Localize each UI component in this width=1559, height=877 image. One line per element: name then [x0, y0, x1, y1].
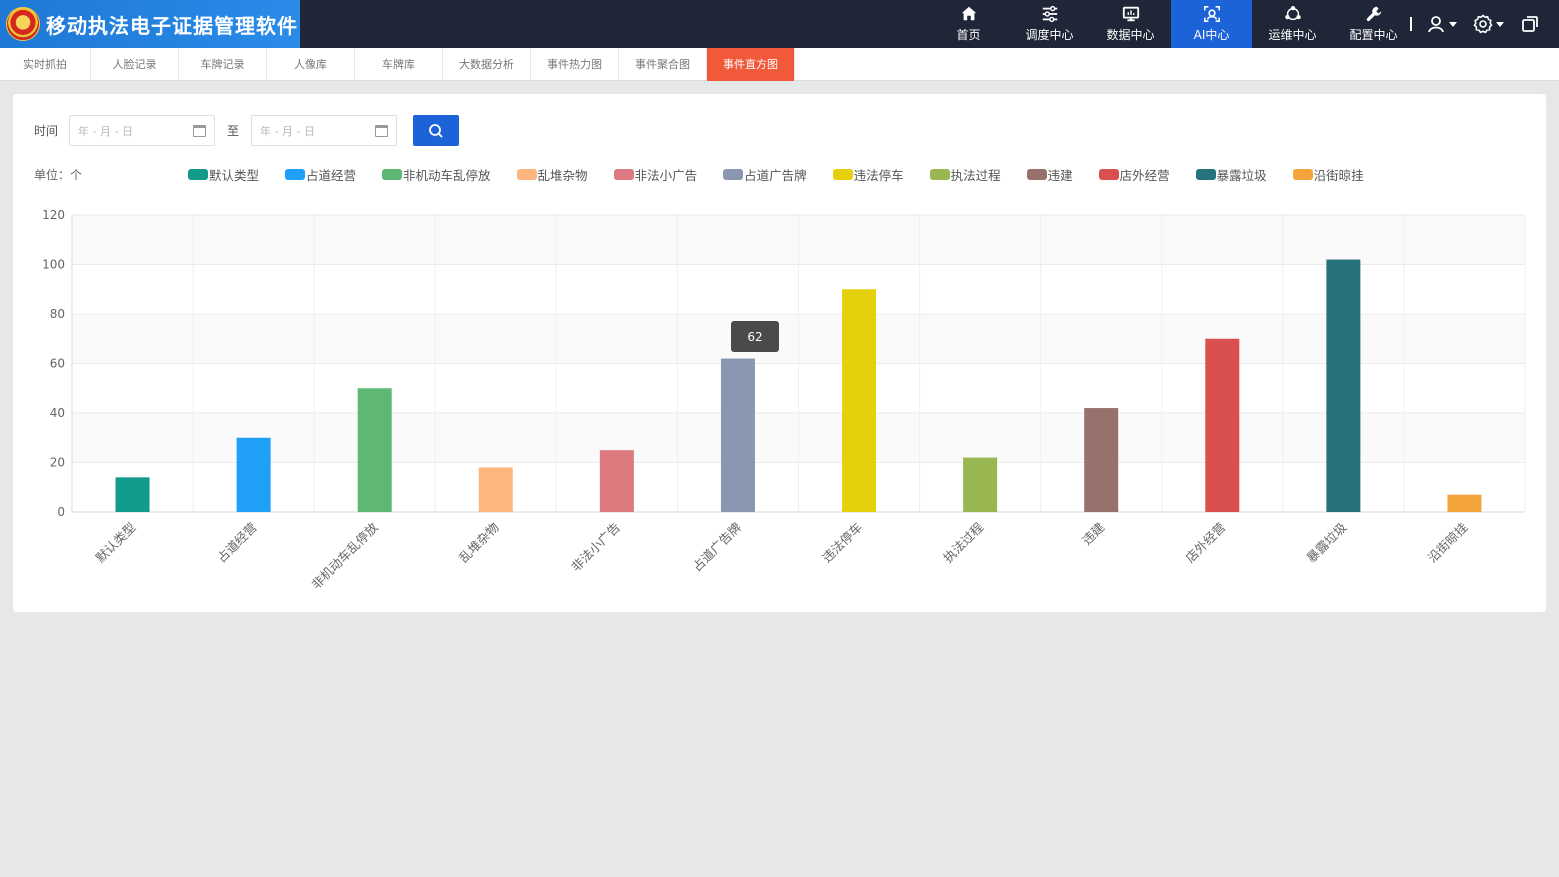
x-tick-label: 违建: [1079, 519, 1108, 548]
bar[interactable]: [599, 450, 634, 512]
nav-label: 数据中心: [1106, 28, 1155, 42]
sliders-icon: [1042, 5, 1057, 23]
nav-label: 首页: [956, 28, 981, 42]
bar[interactable]: [1205, 338, 1240, 512]
wrench-icon: [1366, 6, 1381, 22]
y-tick-label: 100: [42, 258, 65, 272]
x-tick-label: 默认类型: [93, 520, 139, 566]
y-tick-label: 0: [57, 505, 65, 519]
bar-tooltip: 62: [731, 321, 779, 352]
app-title: 移动执法电子证据管理软件: [46, 13, 298, 38]
x-tick-label: 占道广告牌: [689, 520, 744, 575]
tab-event-aggregate[interactable]: 事件聚合图: [619, 48, 707, 81]
top-bar: 移动执法电子证据管理软件 首页 调度中心 数据中心 AI中心 运维中心 配置中心: [0, 0, 1559, 48]
x-tick-label: 暴露垃圾: [1304, 519, 1350, 565]
user-menu[interactable]: [1426, 14, 1457, 34]
tab-realtime-capture[interactable]: 实时抓拍: [0, 48, 91, 81]
monitor-icon: [1122, 6, 1139, 22]
nav-config[interactable]: 配置中心: [1333, 0, 1414, 48]
tab-face-records[interactable]: 人脸记录: [91, 48, 179, 81]
sub-tabs: 实时抓拍 人脸记录 车牌记录 人像库 车牌库 大数据分析 事件热力图 事件聚合图…: [0, 48, 1559, 81]
x-tick-label: 执法过程: [940, 519, 986, 565]
settings-menu[interactable]: [1473, 14, 1504, 34]
tab-portrait-library[interactable]: 人像库: [267, 48, 355, 81]
bar[interactable]: [478, 467, 513, 512]
user-icon: [1428, 16, 1444, 33]
brand: 移动执法电子证据管理软件: [0, 0, 300, 48]
main-nav: 首页 调度中心 数据中心 AI中心 运维中心 配置中心: [928, 0, 1414, 48]
bar[interactable]: [357, 388, 392, 512]
x-tick-label: 占道经营: [214, 520, 260, 566]
x-tick-label: 违法停车: [819, 520, 865, 566]
bar[interactable]: [720, 358, 755, 512]
nav-ops[interactable]: 运维中心: [1252, 0, 1333, 48]
tab-plate-records[interactable]: 车牌记录: [179, 48, 267, 81]
windows-icon: [1522, 16, 1538, 32]
nav-label: 运维中心: [1268, 28, 1317, 42]
divider: [1410, 17, 1412, 31]
y-tick-label: 120: [42, 208, 65, 222]
x-tick-label: 非法小广告: [568, 520, 623, 575]
bar[interactable]: [115, 477, 150, 512]
tab-event-heatmap[interactable]: 事件热力图: [531, 48, 619, 81]
y-tick-label: 20: [50, 456, 65, 470]
bar[interactable]: [1326, 259, 1361, 512]
bar[interactable]: [963, 457, 998, 512]
nav-home[interactable]: 首页: [928, 0, 1009, 48]
nav-label: AI中心: [1193, 28, 1230, 42]
bar[interactable]: [1447, 494, 1482, 512]
home-icon: [961, 6, 976, 21]
histogram-chart: 0 20 40 60 80 100 120 默认类型 占道经营 非机动车乱停放 乱堆杂物 非法小广告 占…: [42, 208, 1526, 592]
bar[interactable]: [1084, 408, 1119, 512]
bar[interactable]: [842, 289, 877, 512]
y-tick-label: 80: [50, 307, 65, 321]
y-tick-label: 40: [50, 406, 65, 420]
bar[interactable]: [236, 437, 271, 512]
x-tick-label: 沿街晾挂: [1425, 520, 1471, 566]
network-icon: [1284, 5, 1301, 21]
tab-big-data[interactable]: 大数据分析: [443, 48, 531, 81]
nav-ai[interactable]: AI中心: [1171, 0, 1252, 48]
tab-event-histogram[interactable]: 事件直方图: [707, 48, 795, 81]
chevron-down-icon: [1449, 21, 1457, 27]
nav-label: 调度中心: [1025, 28, 1074, 42]
top-right-tools: [1410, 0, 1556, 48]
y-tick-label: 60: [50, 357, 65, 371]
x-tick-label: 店外经营: [1182, 520, 1228, 566]
nav-label: 配置中心: [1349, 28, 1398, 42]
window-toggle[interactable]: [1520, 14, 1540, 34]
x-tick-label: 非机动车乱停放: [308, 519, 381, 592]
histogram-panel: 时间 年 - 月 - 日 至 年 - 月 - 日 单位：个 默认类型 占道经营 非机…: [13, 94, 1546, 612]
tab-plate-library[interactable]: 车牌库: [355, 48, 443, 81]
nav-data[interactable]: 数据中心: [1090, 0, 1171, 48]
gear-icon: [1473, 14, 1493, 34]
nav-dispatch[interactable]: 调度中心: [1009, 0, 1090, 48]
chevron-down-icon: [1496, 21, 1504, 27]
x-tick-label: 乱堆杂物: [456, 520, 502, 566]
ai-face-icon: [1203, 5, 1220, 23]
police-emblem-icon: [6, 7, 40, 41]
